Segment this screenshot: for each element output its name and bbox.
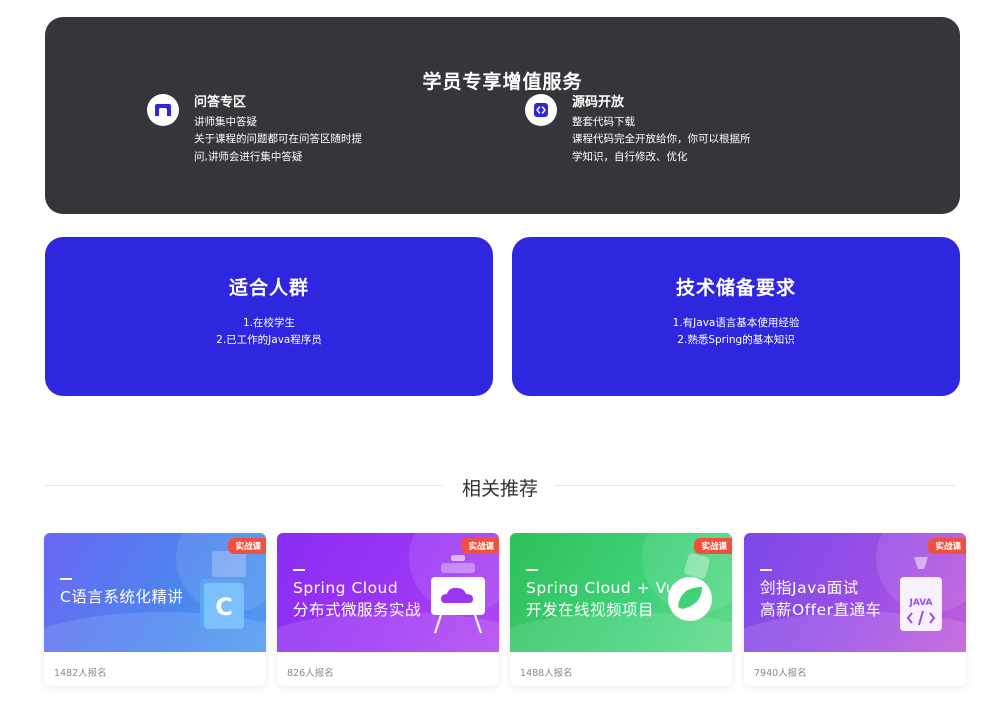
related-heading: 相关推荐: [43, 474, 957, 500]
course-cover: JAVA 剑指Java面试 高薪Offer直通车 实战课: [744, 533, 966, 652]
course-title-line: 分布式微服务实战: [293, 601, 422, 619]
service-name: 源码开放: [572, 95, 625, 110]
requirements-title: 技术储备要求: [675, 277, 796, 299]
service-desc-line: 课程代码完全开放给你，你可以根据所: [572, 133, 751, 145]
service-source-code: 源码开放 整套代码下载 课程代码完全开放给你，你可以根据所 学知识，自行修改、优…: [525, 94, 767, 166]
svg-text:C: C: [215, 593, 233, 621]
divider: [554, 485, 957, 486]
course-card-java-interview[interactable]: JAVA 剑指Java面试 高薪Offer直通车 实战课 7940人报名: [744, 533, 966, 686]
requirements-line: 1.有Java语言基本使用经验: [672, 317, 800, 329]
tech-requirements-card: 技术储备要求 1.有Java语言基本使用经验 2.熟悉Spring的基本知识: [512, 237, 960, 396]
c-file-icon: C: [200, 551, 246, 629]
svg-text:JAVA: JAVA: [908, 598, 932, 608]
service-desc-line: 学知识，自行修改、优化: [572, 150, 688, 163]
course-cover: Spring Cloud 分布式微服务实战 实战课: [277, 533, 499, 652]
target-audience-card: 适合人群 1.在校学生 2.已工作的Java程序员: [45, 237, 493, 396]
java-file-icon: JAVA: [900, 557, 942, 631]
course-tag: 实战课: [928, 538, 966, 554]
audience-title: 适合人群: [228, 277, 309, 299]
service-subtitle: 整套代码下载: [572, 116, 635, 128]
service-qa: 问答专区 讲师集中答疑 关于课程的问题都可在问答区随时提 问,讲师会进行集中答疑: [147, 94, 389, 166]
service-desc-line: 关于课程的问题都可在问答区随时提: [194, 133, 362, 145]
audience-line: 2.已工作的Java程序员: [216, 334, 322, 346]
course-tag: 实战课: [228, 538, 266, 554]
course-title-line: 剑指Java面试: [760, 579, 859, 597]
chat-bubble-icon: [147, 94, 179, 126]
cloud-board-icon: [431, 555, 485, 634]
services-title: 学员专享增值服务: [422, 71, 583, 93]
service-desc-line: 问,讲师会进行集中答疑: [194, 150, 303, 163]
course-title-line: C语言系统化精讲: [60, 588, 184, 606]
course-cover: C C语言系统化精讲 实战课: [44, 533, 266, 652]
enrolled-count: 1482人报名: [54, 668, 107, 679]
audience-line: 1.在校学生: [242, 317, 296, 329]
enrolled-count: 826人报名: [287, 668, 334, 679]
service-name: 问答专区: [194, 95, 247, 110]
value-added-services-panel: 学员专享增值服务 问答专区 讲师集中答疑 关于课程的问题都可在问答区随时提 问,…: [45, 17, 960, 214]
course-cover: Spring Cloud + Vue 开发在线视频项目 实战课: [510, 533, 732, 652]
course-card-spring-cloud-microservices[interactable]: Spring Cloud 分布式微服务实战 实战课 826人报名: [277, 533, 499, 686]
enrolled-count: 1488人报名: [520, 668, 573, 679]
course-tag: 实战课: [694, 538, 732, 554]
course-card-c-language[interactable]: C C语言系统化精讲 实战课 1482人报名: [44, 533, 266, 686]
related-heading-text: 相关推荐: [461, 478, 538, 500]
course-title-line: 高薪Offer直通车: [760, 601, 882, 619]
course-tag: 实战课: [461, 538, 499, 554]
service-subtitle: 讲师集中答疑: [194, 116, 257, 128]
code-icon: [525, 94, 557, 126]
course-title-line: Spring Cloud + Vue: [526, 579, 686, 597]
course-card-spring-cloud-vue[interactable]: Spring Cloud + Vue 开发在线视频项目 实战课 1488人报名: [510, 533, 732, 686]
enrolled-count: 7940人报名: [754, 668, 807, 679]
requirements-line: 2.熟悉Spring的基本知识: [677, 334, 795, 346]
course-title-line: Spring Cloud: [293, 579, 399, 597]
course-title-line: 开发在线视频项目: [526, 601, 655, 619]
